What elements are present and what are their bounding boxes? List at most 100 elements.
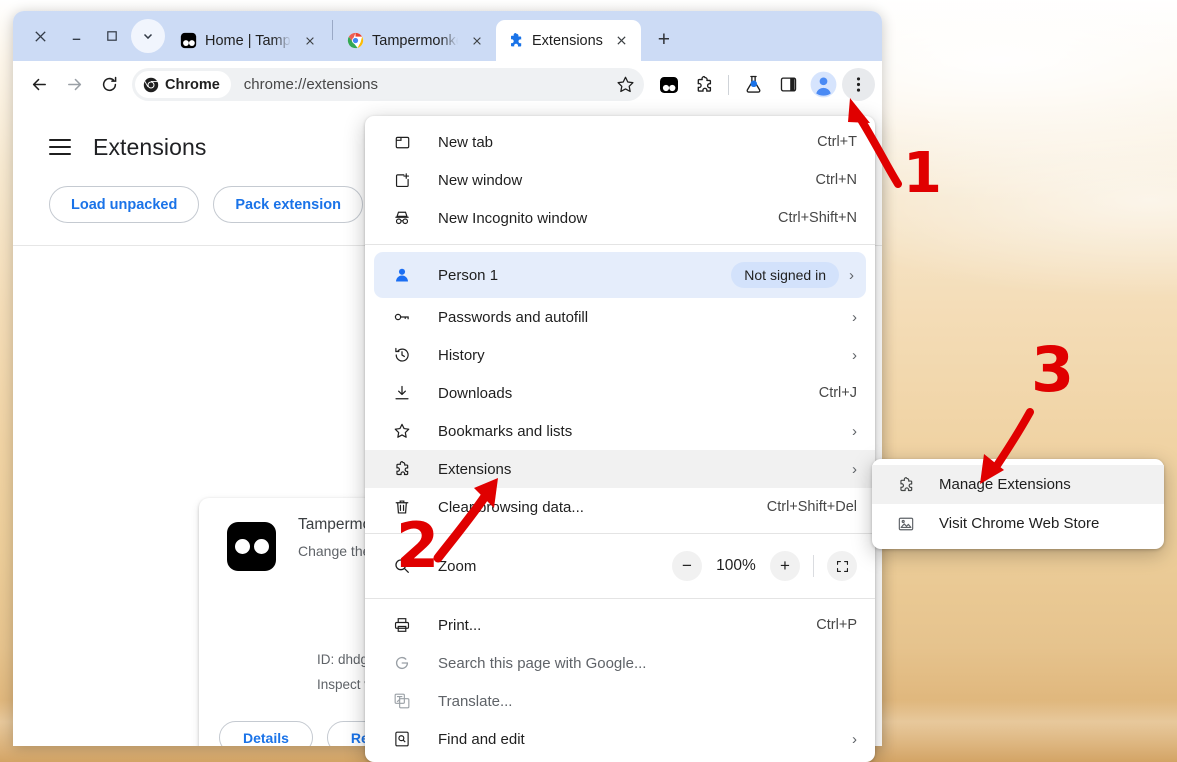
- extensions-puzzle-icon[interactable]: [687, 68, 720, 101]
- menu-item-label: New Incognito window: [438, 210, 778, 227]
- menu-item-label: History: [438, 347, 842, 364]
- chevron-right-icon: ›: [842, 347, 857, 364]
- annotation-number-3: 3: [1031, 339, 1074, 401]
- tab-separator: [332, 20, 333, 40]
- plus-icon: +: [658, 28, 670, 52]
- browser-toolbar: Chrome chrome://extensions: [13, 61, 882, 108]
- tab-extensions[interactable]: Extensions: [496, 20, 641, 61]
- menu-item-shortcut: Ctrl+P: [816, 617, 857, 633]
- submenu-item-visit-chrome-web-store[interactable]: Visit Chrome Web Store: [872, 504, 1164, 543]
- tab-search-button[interactable]: [131, 19, 165, 53]
- trash-icon: [390, 498, 414, 516]
- menu-item-downloads[interactable]: Downloads Ctrl+J: [365, 374, 875, 412]
- menu-item-history[interactable]: History ›: [365, 336, 875, 374]
- close-icon[interactable]: [611, 30, 633, 52]
- translate-icon: [390, 692, 414, 710]
- menu-item-find-and-edit[interactable]: Find and edit ›: [365, 720, 875, 758]
- menu-item-bookmarks-and-lists[interactable]: Bookmarks and lists ›: [365, 412, 875, 450]
- zoom-controls: − 100% +: [672, 551, 857, 581]
- omnibox[interactable]: Chrome chrome://extensions: [132, 68, 644, 101]
- tab-list: Home | Tampermonkey Tamp: [169, 11, 641, 61]
- tab-strip: Home | Tampermonkey Tamp: [13, 11, 882, 61]
- tab-tampermonkey[interactable]: Tampermonkey: [336, 20, 496, 61]
- window-maximize-button[interactable]: [95, 19, 129, 53]
- three-dot-menu-icon[interactable]: [842, 68, 875, 101]
- new-tab-button[interactable]: +: [647, 23, 681, 57]
- zoom-separator: [813, 555, 814, 577]
- find-edit-icon: [390, 730, 414, 748]
- menu-item-label: Find and edit: [438, 731, 842, 748]
- tab-title: Home | Tampermonkey: [205, 33, 291, 49]
- menu-item-print[interactable]: Print... Ctrl+P: [365, 606, 875, 644]
- menu-item-passwords-and-autofill[interactable]: Passwords and autofill ›: [365, 298, 875, 336]
- chrome-chip: Chrome: [135, 71, 231, 98]
- chrome-main-menu: New tab Ctrl+T New window Ctrl+N New Inc…: [365, 116, 875, 762]
- extensions-submenu: Manage Extensions Visit Chrome Web Store: [872, 459, 1164, 549]
- profile-avatar-icon[interactable]: [807, 68, 840, 101]
- menu-item-shortcut: Ctrl+J: [819, 385, 857, 401]
- chevron-right-icon: ›: [842, 731, 857, 748]
- menu-item-label: Bookmarks and lists: [438, 423, 842, 440]
- chrome-chip-label: Chrome: [165, 77, 220, 93]
- zoom-in-button[interactable]: +: [770, 551, 800, 581]
- zoom-out-button[interactable]: −: [672, 551, 702, 581]
- key-icon: [390, 308, 414, 326]
- menu-item-extensions[interactable]: Extensions ›: [365, 450, 875, 488]
- bookmark-star-icon[interactable]: [610, 75, 640, 94]
- menu-separator: [365, 598, 875, 599]
- submenu-item-manage-extensions[interactable]: Manage Extensions: [872, 465, 1164, 504]
- menu-item-label: Downloads: [438, 385, 819, 402]
- new-tab-icon: [390, 134, 414, 151]
- zoom-level-value: 100%: [713, 557, 759, 575]
- close-icon[interactable]: [299, 30, 321, 52]
- url-text[interactable]: chrome://extensions: [231, 76, 610, 93]
- web-store-icon: [894, 515, 918, 533]
- side-panel-icon[interactable]: [772, 68, 805, 101]
- load-unpacked-button[interactable]: Load unpacked: [49, 186, 199, 223]
- menu-item-search-this-page-with-google[interactable]: Search this page with Google...: [365, 644, 875, 682]
- zoom-label: Zoom: [438, 558, 476, 575]
- star-icon: [390, 422, 414, 440]
- tab-title: Tampermonkey: [372, 33, 458, 49]
- zoom-magnifier-icon: [390, 557, 414, 575]
- back-arrow-icon[interactable]: [23, 68, 56, 101]
- pack-extension-button[interactable]: Pack extension: [213, 186, 363, 223]
- menu-item-translate[interactable]: Translate...: [365, 682, 875, 720]
- google-g-icon: [390, 654, 414, 672]
- menu-item-label: Search this page with Google...: [438, 655, 857, 672]
- chrome-labs-flask-icon[interactable]: [737, 68, 770, 101]
- reload-icon[interactable]: [93, 68, 126, 101]
- window-close-button[interactable]: [23, 19, 57, 53]
- page-title: Extensions: [93, 134, 207, 161]
- menu-item-new-incognito-window[interactable]: New Incognito window Ctrl+Shift+N: [365, 199, 875, 237]
- window-minimize-button[interactable]: [59, 19, 93, 53]
- close-icon[interactable]: [466, 30, 488, 52]
- tampermonkey-icon: [180, 32, 197, 49]
- chrome-icon: [347, 32, 364, 49]
- menu-item-label: New window: [438, 172, 816, 189]
- submenu-item-label: Manage Extensions: [939, 476, 1146, 493]
- window-controls: [19, 11, 169, 61]
- tampermonkey-icon: [227, 522, 276, 571]
- fullscreen-icon[interactable]: [827, 551, 857, 581]
- menu-separator: [365, 533, 875, 534]
- tab-home-tampermonkey[interactable]: Home | Tampermonkey: [169, 20, 329, 61]
- menu-item-label: Translate...: [438, 693, 857, 710]
- chevron-right-icon: ›: [842, 461, 857, 478]
- hamburger-icon[interactable]: [49, 139, 71, 155]
- menu-item-new-tab[interactable]: New tab Ctrl+T: [365, 123, 875, 161]
- toolbar-separator: [728, 75, 729, 95]
- menu-separator: [365, 244, 875, 245]
- menu-item-profile[interactable]: Person 1 Not signed in ›: [374, 252, 866, 298]
- forward-arrow-icon[interactable]: [58, 68, 91, 101]
- tampermonkey-icon[interactable]: [652, 68, 685, 101]
- menu-item-label: Clear browsing data...: [438, 499, 767, 516]
- puzzle-icon: [894, 476, 918, 494]
- menu-item-shortcut: Ctrl+Shift+Del: [767, 499, 857, 515]
- menu-item-clear-browsing-data[interactable]: Clear browsing data... Ctrl+Shift+Del: [365, 488, 875, 526]
- menu-item-new-window[interactable]: New window Ctrl+N: [365, 161, 875, 199]
- details-button[interactable]: Details: [219, 721, 313, 746]
- menu-item-shortcut: Ctrl+T: [817, 134, 857, 150]
- menu-item-shortcut: Ctrl+N: [816, 172, 858, 188]
- annotation-number-1: 1: [903, 146, 942, 202]
